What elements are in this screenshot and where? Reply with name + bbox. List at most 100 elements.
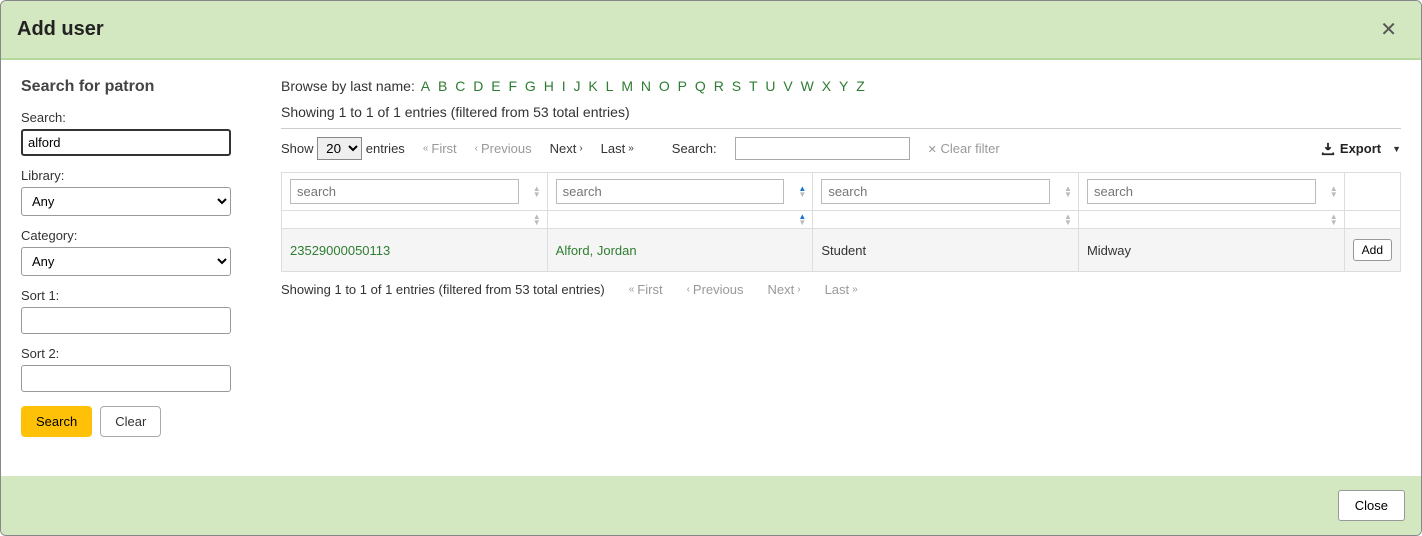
browse-letter-b[interactable]: B: [436, 78, 449, 94]
browse-letter-v[interactable]: V: [781, 78, 794, 94]
sort-icon[interactable]: ▲▼: [1330, 214, 1338, 226]
x-icon: ✕: [928, 144, 937, 156]
sidebar-heading: Search for patron: [21, 78, 241, 96]
search-label: Search:: [21, 110, 241, 125]
category-group: Category: Any: [21, 228, 241, 276]
pager-next-top[interactable]: Next ›: [550, 141, 583, 156]
filter-row: ▲▼ ▲▼ ▲▼ ▲▼: [282, 173, 1401, 211]
table-controls-top: Show 20 entries « First ‹ Previous Next …: [281, 128, 1401, 168]
sort1-group: Sort 1:: [21, 288, 241, 334]
modal-title: Add user: [17, 18, 104, 41]
browse-letter-s[interactable]: S: [730, 78, 743, 94]
showing-info-top: Showing 1 to 1 of 1 entries (filtered fr…: [281, 104, 1401, 120]
show-entries: Show 20 entries: [281, 137, 405, 160]
library-label: Library:: [21, 168, 241, 183]
col-filter-category[interactable]: [821, 179, 1050, 204]
browse-letter-r[interactable]: R: [712, 78, 726, 94]
sort-icon[interactable]: ▲▼: [1064, 186, 1072, 198]
browse-letter-f[interactable]: F: [506, 78, 519, 94]
clear-button[interactable]: Clear: [100, 406, 161, 437]
category-cell: Student: [813, 229, 1079, 272]
col-filter-name[interactable]: [556, 179, 785, 204]
browse-letter-a[interactable]: A: [419, 78, 432, 94]
pager-first-top[interactable]: « First: [423, 141, 457, 156]
table-controls-bottom: Showing 1 to 1 of 1 entries (filtered fr…: [281, 272, 1401, 307]
sort-icon[interactable]: ▲▼: [798, 214, 806, 226]
sort-icon[interactable]: ▲▼: [533, 186, 541, 198]
browse-label: Browse by last name:: [281, 78, 419, 94]
browse-letter-l[interactable]: L: [604, 78, 616, 94]
double-chevron-left-icon: «: [423, 143, 429, 154]
table-search-input[interactable]: [735, 137, 910, 160]
pager-next-bottom[interactable]: Next ›: [767, 282, 800, 297]
sort-icon[interactable]: ▲▼: [798, 186, 806, 198]
close-icon[interactable]: ✕: [1372, 13, 1405, 46]
browse-letter-o[interactable]: O: [657, 78, 672, 94]
sort-icon[interactable]: ▲▼: [1330, 186, 1338, 198]
sort2-label: Sort 2:: [21, 346, 241, 361]
sort2-input[interactable]: [21, 365, 231, 392]
browse-letter-c[interactable]: C: [453, 78, 467, 94]
browse-row: Browse by last name: A B C D E F G H I J…: [281, 78, 1401, 94]
browse-letter-q[interactable]: Q: [693, 78, 708, 94]
pager-prev-bottom[interactable]: ‹ Previous: [687, 282, 744, 297]
card-number-link[interactable]: 23529000050113: [282, 229, 548, 272]
search-input[interactable]: [21, 129, 231, 156]
browse-letter-i[interactable]: I: [560, 78, 568, 94]
browse-letter-u[interactable]: U: [763, 78, 777, 94]
browse-letter-w[interactable]: W: [799, 78, 816, 94]
add-user-button[interactable]: Add: [1353, 239, 1392, 261]
search-button[interactable]: Search: [21, 406, 92, 437]
chevron-left-icon: ‹: [475, 143, 478, 154]
sort1-label: Sort 1:: [21, 288, 241, 303]
browse-letter-p[interactable]: P: [676, 78, 689, 94]
browse-letter-k[interactable]: K: [586, 78, 599, 94]
double-chevron-right-icon: »: [852, 284, 858, 295]
category-select[interactable]: Any: [21, 247, 231, 276]
browse-letter-y[interactable]: Y: [837, 78, 850, 94]
export-button[interactable]: Export ▼: [1321, 141, 1401, 157]
table-row: 23529000050113 Alford, Jordan Student Mi…: [282, 229, 1401, 272]
patron-name-link[interactable]: Alford, Jordan: [547, 229, 813, 272]
browse-letter-g[interactable]: G: [523, 78, 538, 94]
browse-letter-t[interactable]: T: [747, 78, 760, 94]
entries-select[interactable]: 20: [317, 137, 362, 160]
col-filter-library[interactable]: [1087, 179, 1316, 204]
sort-icon[interactable]: ▲▼: [533, 214, 541, 226]
sort1-input[interactable]: [21, 307, 231, 334]
browse-letter-h[interactable]: H: [542, 78, 556, 94]
main-content: Browse by last name: A B C D E F G H I J…: [261, 60, 1421, 476]
category-label: Category:: [21, 228, 241, 243]
sidebar-buttons: Search Clear: [21, 406, 241, 437]
clear-filter-button[interactable]: ✕ Clear filter: [928, 141, 1000, 156]
col-filter-card[interactable]: [290, 179, 519, 204]
modal-footer: Close: [1, 476, 1421, 535]
browse-letter-d[interactable]: D: [471, 78, 485, 94]
pager-last-top[interactable]: Last »: [601, 141, 634, 156]
browse-letter-x[interactable]: X: [820, 78, 833, 94]
table-search-label: Search:: [672, 141, 717, 156]
search-sidebar: Search for patron Search: Library: Any C…: [1, 60, 261, 476]
browse-letter-j[interactable]: J: [572, 78, 583, 94]
browse-letter-n[interactable]: N: [639, 78, 653, 94]
pager-last-bottom[interactable]: Last »: [825, 282, 858, 297]
header-row: ▲▼ ▲▼ ▲▼ ▲▼: [282, 211, 1401, 229]
pager-first-bottom[interactable]: « First: [629, 282, 663, 297]
browse-letter-e[interactable]: E: [489, 78, 502, 94]
pager-prev-top[interactable]: ‹ Previous: [475, 141, 532, 156]
library-select[interactable]: Any: [21, 187, 231, 216]
browse-letter-m[interactable]: M: [619, 78, 635, 94]
showing-info-bottom: Showing 1 to 1 of 1 entries (filtered fr…: [281, 282, 605, 297]
sort2-group: Sort 2:: [21, 346, 241, 392]
modal-body: Search for patron Search: Library: Any C…: [1, 60, 1421, 476]
search-group: Search:: [21, 110, 241, 156]
chevron-right-icon: ›: [797, 284, 800, 295]
library-cell: Midway: [1078, 229, 1344, 272]
library-group: Library: Any: [21, 168, 241, 216]
browse-letter-z[interactable]: Z: [854, 78, 867, 94]
double-chevron-right-icon: »: [628, 143, 634, 154]
close-button[interactable]: Close: [1338, 490, 1405, 521]
chevron-left-icon: ‹: [687, 284, 690, 295]
add-user-modal: Add user ✕ Search for patron Search: Lib…: [0, 0, 1422, 536]
sort-icon[interactable]: ▲▼: [1064, 214, 1072, 226]
